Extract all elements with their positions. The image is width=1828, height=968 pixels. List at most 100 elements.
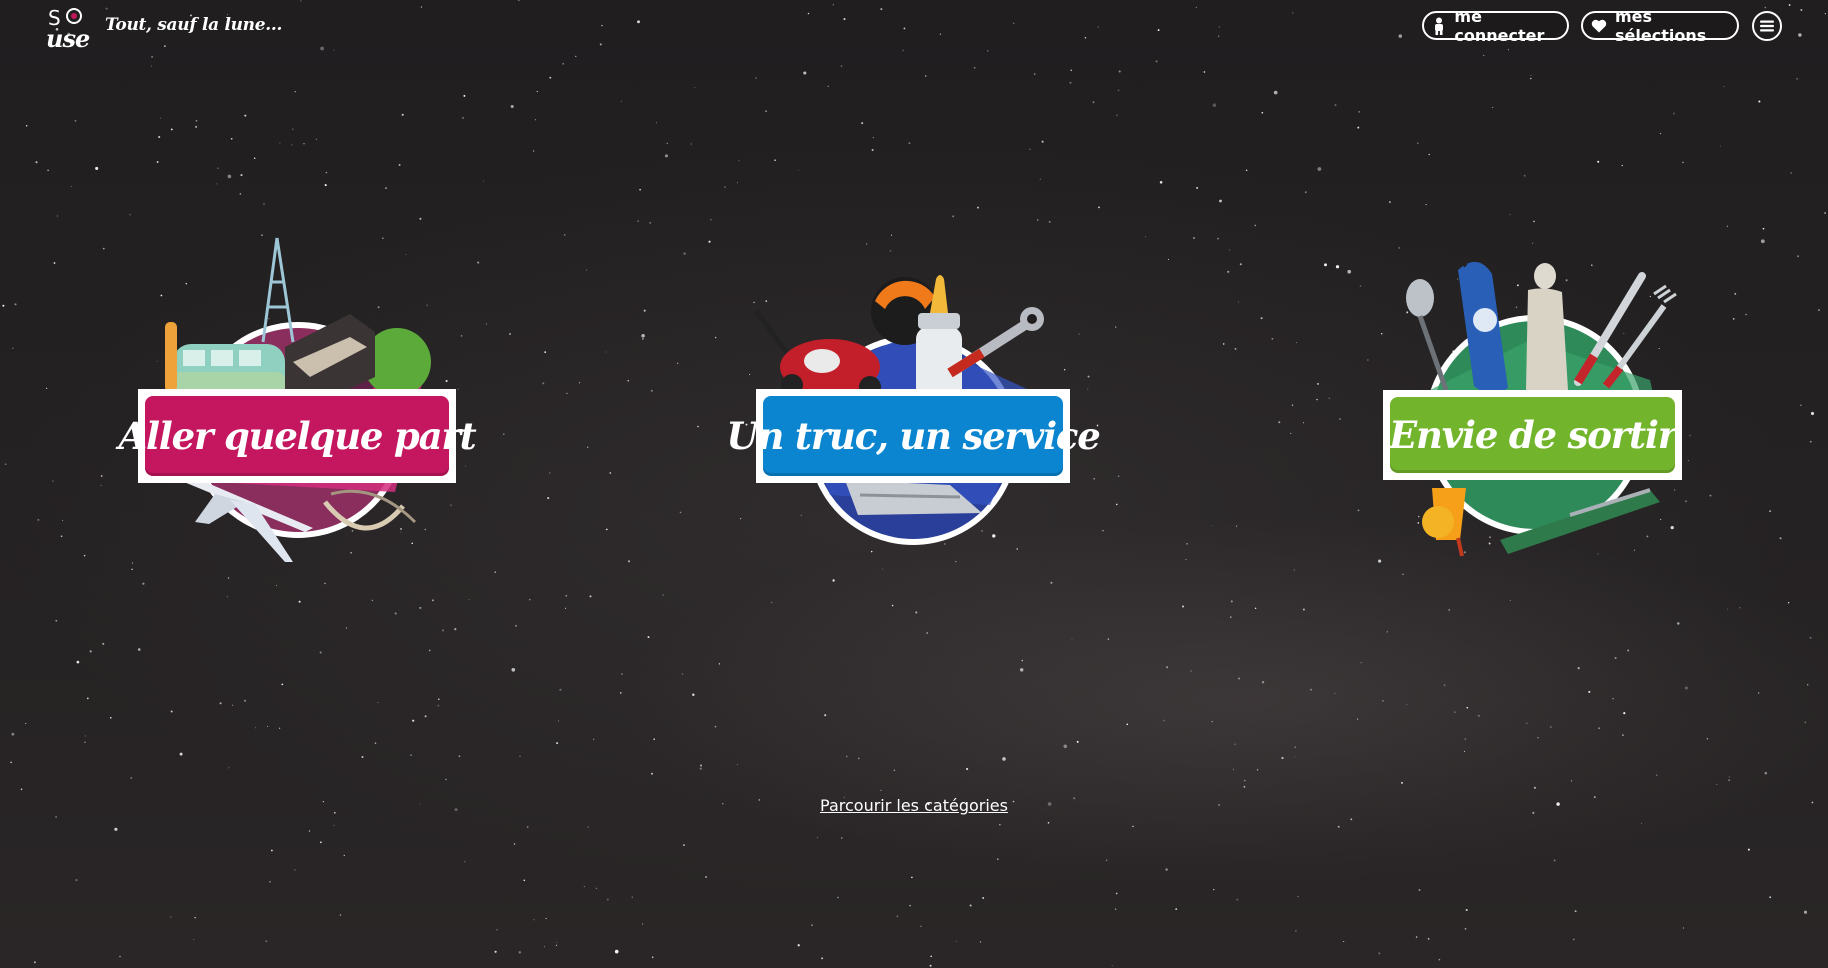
star <box>84 741 86 743</box>
star <box>1195 6 1197 9</box>
star <box>1465 908 1468 912</box>
star <box>377 701 379 704</box>
star <box>279 142 281 144</box>
star <box>1769 896 1772 899</box>
star <box>653 738 655 740</box>
star <box>1464 738 1467 740</box>
star <box>857 757 860 760</box>
star <box>1076 740 1079 743</box>
star <box>1162 719 1165 722</box>
star <box>556 941 558 943</box>
star <box>631 896 633 898</box>
star <box>736 764 738 766</box>
star <box>464 860 466 863</box>
star <box>637 20 640 24</box>
star <box>55 815 58 818</box>
star <box>736 182 738 184</box>
star <box>244 114 247 117</box>
star <box>832 579 835 582</box>
star <box>46 387 48 389</box>
star <box>345 627 347 629</box>
star <box>1185 558 1187 561</box>
star <box>11 732 15 736</box>
star <box>1425 204 1427 206</box>
star <box>1097 26 1099 28</box>
star <box>1294 746 1297 749</box>
star <box>556 742 559 745</box>
star <box>563 234 566 236</box>
browse-categories-link[interactable]: Parcourir les catégories <box>820 796 1008 815</box>
star <box>56 215 58 217</box>
star <box>267 725 269 727</box>
star <box>271 849 273 852</box>
star <box>1230 616 1232 618</box>
star <box>158 135 161 139</box>
star <box>1033 73 1036 75</box>
star <box>1036 219 1039 221</box>
star <box>997 858 999 860</box>
star <box>10 761 12 764</box>
star <box>1571 780 1573 782</box>
star <box>324 582 326 585</box>
star <box>807 12 810 15</box>
category-card-travel[interactable]: Aller quelque part <box>118 232 477 582</box>
star <box>458 755 461 758</box>
star <box>278 727 281 729</box>
lawnmower-icon <box>753 309 881 398</box>
star <box>880 789 882 791</box>
star <box>20 788 23 791</box>
star <box>915 611 918 614</box>
menu-button[interactable] <box>1752 11 1782 41</box>
star <box>1745 313 1747 316</box>
star <box>1415 936 1418 938</box>
login-button[interactable]: me connecter <box>1422 7 1569 45</box>
star <box>462 117 464 119</box>
star <box>76 660 80 664</box>
category-card-outings[interactable]: Envie de sortir <box>1380 250 1690 570</box>
star <box>562 63 564 65</box>
star <box>294 869 296 871</box>
star <box>890 234 893 236</box>
star <box>1254 607 1257 610</box>
star <box>361 755 364 759</box>
star <box>1343 940 1345 943</box>
star <box>939 33 942 35</box>
star <box>275 584 277 587</box>
star <box>1155 60 1158 63</box>
star <box>1381 699 1384 702</box>
star <box>437 704 440 707</box>
star <box>683 844 685 846</box>
category-button-outings[interactable]: Envie de sortir <box>1389 397 1677 473</box>
star <box>1716 783 1718 786</box>
star <box>1549 725 1552 729</box>
star <box>1621 164 1623 167</box>
star <box>428 649 431 652</box>
category-card-services[interactable]: Un truc, un service <box>726 275 1101 555</box>
star <box>1260 317 1263 320</box>
category-button-travel[interactable]: Aller quelque part <box>118 396 477 476</box>
star <box>593 738 595 740</box>
star <box>1378 952 1381 955</box>
site-logo[interactable]: S use <box>44 6 90 53</box>
star <box>482 180 484 182</box>
star <box>1747 848 1750 851</box>
star <box>1428 153 1430 156</box>
star <box>1087 388 1089 390</box>
star <box>1443 684 1446 686</box>
selections-button[interactable]: mes sélections <box>1581 7 1739 45</box>
star <box>1367 359 1369 361</box>
star <box>1261 111 1264 114</box>
star <box>1203 71 1206 73</box>
star <box>832 4 834 6</box>
star <box>394 612 397 615</box>
star <box>511 667 516 672</box>
star <box>1317 382 1319 385</box>
category-button-services[interactable]: Un truc, un service <box>726 396 1101 476</box>
star <box>545 917 547 920</box>
star <box>1464 927 1467 930</box>
star <box>1398 247 1400 249</box>
star <box>641 333 645 338</box>
star <box>816 836 819 839</box>
star <box>718 663 721 665</box>
star <box>1507 49 1509 51</box>
